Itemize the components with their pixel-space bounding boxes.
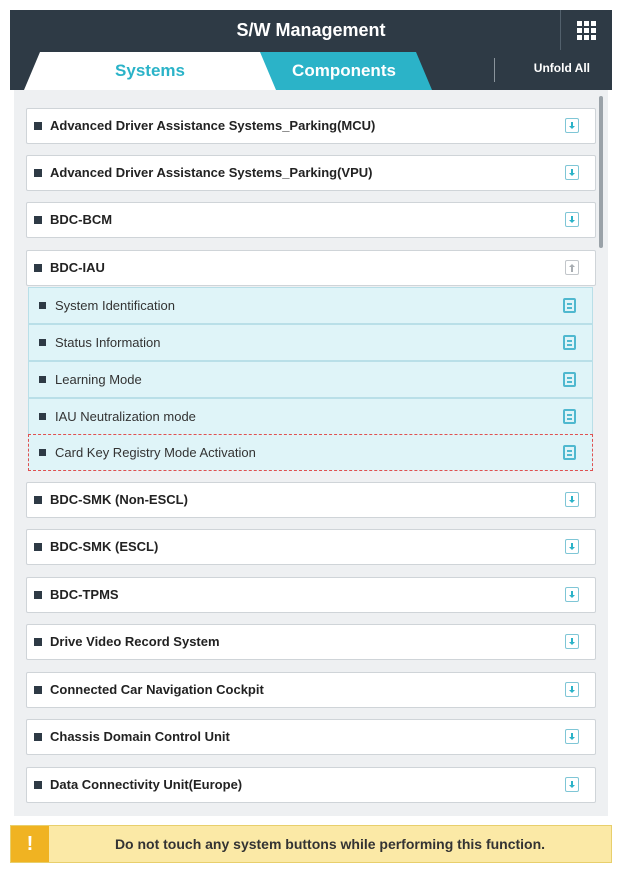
document-icon [563,335,576,350]
system-item-adas-parking-vpu[interactable]: Advanced Driver Assistance Systems_Parki… [26,155,596,191]
warning-text: Do not touch any system buttons while pe… [114,836,546,852]
function-item-learning-mode[interactable]: Learning Mode [28,361,593,398]
title-bar: S/W Management [10,10,612,50]
download-icon[interactable] [565,118,579,133]
system-item-drive-video-record-system[interactable]: Drive Video Record System [26,624,596,660]
page-title: S/W Management [236,20,386,40]
grid-icon [577,20,596,40]
system-item-bdc-tpms[interactable]: BDC-TPMS [26,577,596,613]
warning-banner: ! Do not touch any system buttons while … [10,825,612,863]
system-item-label: BDC-SMK (Non-ESCL) [50,492,188,507]
bullet-icon [34,638,42,646]
bullet-icon [34,543,42,551]
document-icon [563,372,576,387]
download-icon[interactable] [565,634,579,649]
download-icon[interactable] [565,165,579,180]
system-item-label: Advanced Driver Assistance Systems_Parki… [50,118,376,133]
system-item-adas-parking-mcu[interactable]: Advanced Driver Assistance Systems_Parki… [26,108,596,144]
download-icon[interactable] [565,492,579,507]
bullet-icon [39,449,46,456]
bullet-icon [39,302,46,309]
function-item-system-identification[interactable]: System Identification [28,287,593,324]
system-item-label: BDC-TPMS [50,587,119,602]
system-item-chassis-domain-control-unit[interactable]: Chassis Domain Control Unit [26,719,596,755]
function-item-label: IAU Neutralization mode [55,409,196,424]
system-item-label: BDC-BCM [50,212,113,227]
collapse-icon[interactable] [565,260,579,275]
warning-icon: ! [11,826,49,862]
download-icon[interactable] [565,729,579,744]
system-item-bdc-smk-escl[interactable]: BDC-SMK (ESCL) [26,529,596,565]
bullet-icon [34,216,42,224]
function-item-status-information[interactable]: Status Information [28,324,593,361]
function-item-label: Learning Mode [55,372,142,387]
document-icon [563,298,576,313]
function-item-label: System Identification [55,298,175,313]
function-item-card-key-registry-mode-activation[interactable]: Card Key Registry Mode Activation [28,434,593,471]
download-icon[interactable] [565,539,579,554]
document-icon [563,445,576,460]
bullet-icon [34,122,42,130]
bullet-icon [34,781,42,789]
bullet-icon [34,686,42,694]
tab-systems[interactable]: Systems [24,52,276,90]
system-item-label: BDC-IAU [50,260,105,275]
unfold-all-button[interactable]: Unfold All [534,50,590,86]
system-item-label: BDC-SMK (ESCL) [50,539,159,554]
system-item-bdc-bcm[interactable]: BDC-BCM [26,202,596,238]
system-item-label: Connected Car Navigation Cockpit [50,682,264,697]
bullet-icon [34,733,42,741]
system-item-label: Chassis Domain Control Unit [50,729,230,744]
tab-components[interactable]: Components [256,52,432,90]
download-icon[interactable] [565,682,579,697]
system-item-label: Data Connectivity Unit(Europe) [50,777,243,792]
bullet-icon [39,413,46,420]
bullet-icon [34,591,42,599]
download-icon[interactable] [565,212,579,227]
system-item-label: Advanced Driver Assistance Systems_Parki… [50,165,373,180]
system-item-connected-car-navigation-cockpit[interactable]: Connected Car Navigation Cockpit [26,672,596,708]
function-item-label: Card Key Registry Mode Activation [55,445,256,460]
system-item-label: Drive Video Record System [50,634,220,649]
bullet-icon [39,376,46,383]
function-item-label: Status Information [55,335,161,350]
bullet-icon [34,169,42,177]
system-item-bdc-smk-non-escl[interactable]: BDC-SMK (Non-ESCL) [26,482,596,518]
bullet-icon [39,339,46,346]
download-icon[interactable] [565,777,579,792]
download-icon[interactable] [565,587,579,602]
system-item-bdc-iau[interactable]: BDC-IAU [26,250,596,286]
bullet-icon [34,264,42,272]
scrollbar[interactable] [599,96,603,248]
menu-button[interactable] [560,10,612,50]
system-item-data-connectivity-unit-europe[interactable]: Data Connectivity Unit(Europe) [26,767,596,803]
tab-divider [494,58,495,82]
bullet-icon [34,496,42,504]
function-item-iau-neutralization-mode[interactable]: IAU Neutralization mode [28,398,593,435]
document-icon [563,409,576,424]
tab-bar: Components Systems Unfold All [10,50,612,90]
